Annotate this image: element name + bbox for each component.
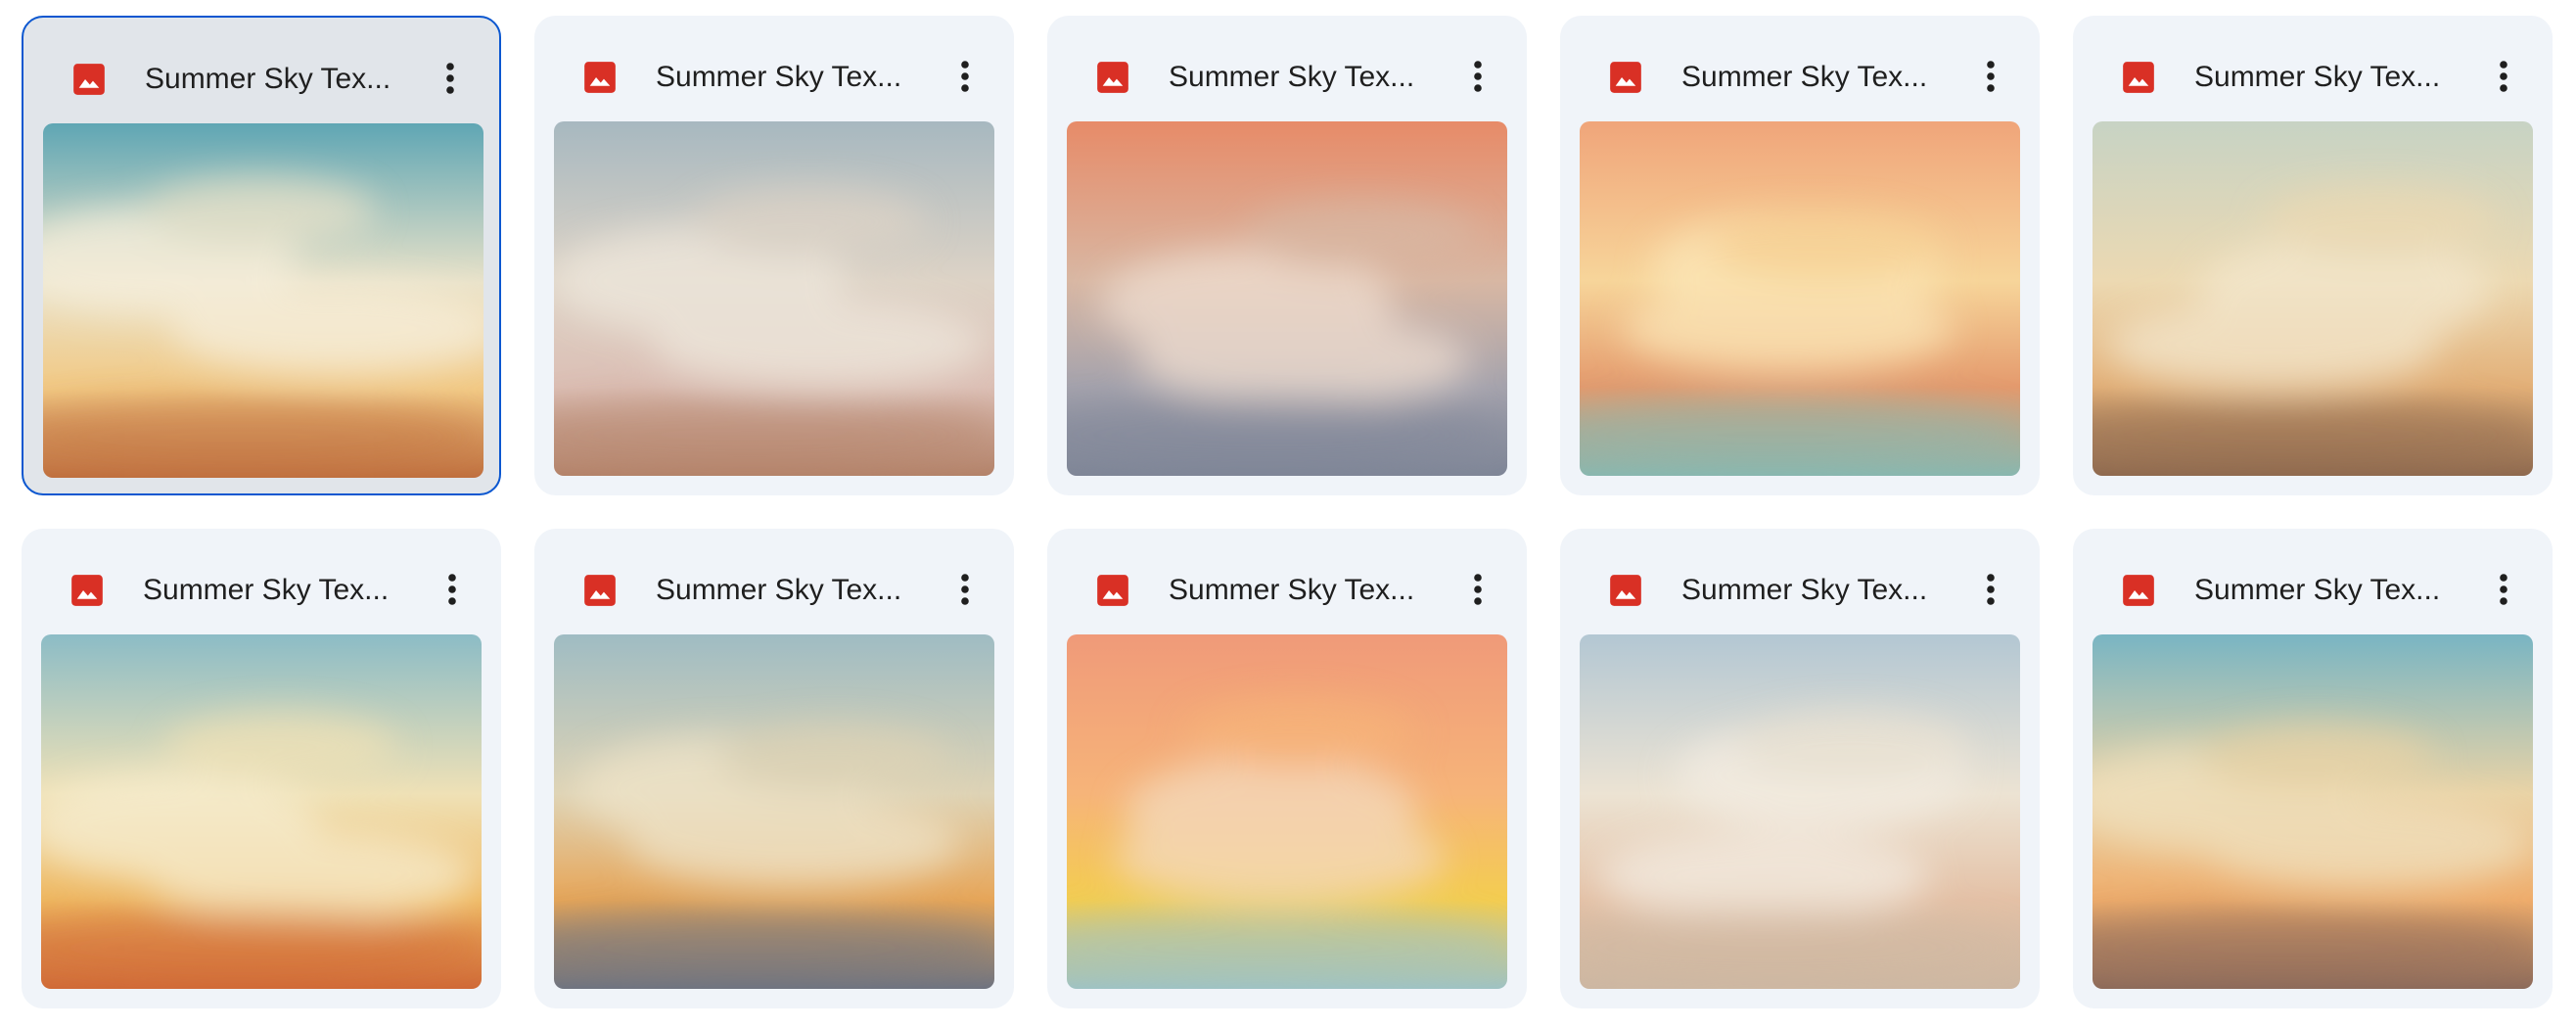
file-card-2[interactable]: Summer Sky Tex...	[534, 16, 1014, 495]
image-file-icon	[584, 62, 616, 93]
sky-texture-image	[554, 634, 994, 989]
file-thumbnail[interactable]	[1580, 634, 2020, 989]
file-thumbnail[interactable]	[2093, 121, 2533, 476]
image-file-icon	[1610, 575, 1641, 606]
file-card-9[interactable]: Summer Sky Tex...	[1560, 529, 2040, 1008]
sky-texture-image	[554, 121, 994, 476]
file-card-3[interactable]: Summer Sky Tex...	[1047, 16, 1527, 495]
sky-texture-image	[1067, 121, 1507, 476]
sky-texture-image	[2093, 634, 2533, 989]
image-file-icon	[71, 575, 103, 606]
file-title: Summer Sky Tex...	[145, 63, 391, 95]
more-vert-icon[interactable]	[2480, 53, 2527, 100]
file-title: Summer Sky Tex...	[2194, 61, 2441, 93]
file-card-header: Summer Sky Tex...	[22, 529, 501, 638]
file-title: Summer Sky Tex...	[1169, 574, 1415, 606]
image-file-icon	[2123, 575, 2154, 606]
file-grid: Summer Sky Tex... Summer Sky Tex... Summ…	[0, 0, 2576, 1030]
file-thumbnail[interactable]	[43, 123, 483, 478]
file-card-6[interactable]: Summer Sky Tex...	[22, 529, 501, 1008]
file-title: Summer Sky Tex...	[656, 574, 902, 606]
file-card-header: Summer Sky Tex...	[2073, 16, 2553, 125]
more-vert-icon[interactable]	[429, 566, 476, 613]
file-thumbnail[interactable]	[2093, 634, 2533, 989]
file-card-4[interactable]: Summer Sky Tex...	[1560, 16, 2040, 495]
file-thumbnail[interactable]	[554, 634, 994, 989]
sky-texture-image	[2093, 121, 2533, 476]
file-card-1[interactable]: Summer Sky Tex...	[22, 16, 501, 495]
file-card-header: Summer Sky Tex...	[534, 16, 1014, 125]
file-card-header: Summer Sky Tex...	[1560, 16, 2040, 125]
sky-texture-image	[43, 123, 483, 478]
file-title: Summer Sky Tex...	[143, 574, 390, 606]
more-vert-icon[interactable]	[1454, 566, 1501, 613]
file-thumbnail[interactable]	[1580, 121, 2020, 476]
sky-texture-image	[41, 634, 482, 989]
more-vert-icon[interactable]	[427, 55, 474, 102]
sky-texture-image	[1580, 121, 2020, 476]
image-file-icon	[2123, 62, 2154, 93]
file-thumbnail[interactable]	[554, 121, 994, 476]
file-card-10[interactable]: Summer Sky Tex...	[2073, 529, 2553, 1008]
more-vert-icon[interactable]	[2480, 566, 2527, 613]
file-card-header: Summer Sky Tex...	[1560, 529, 2040, 638]
file-title: Summer Sky Tex...	[656, 61, 902, 93]
image-file-icon	[1610, 62, 1641, 93]
image-file-icon	[1097, 62, 1128, 93]
more-vert-icon[interactable]	[942, 566, 989, 613]
file-card-8[interactable]: Summer Sky Tex...	[1047, 529, 1527, 1008]
more-vert-icon[interactable]	[1967, 53, 2014, 100]
sky-texture-image	[1580, 634, 2020, 989]
file-card-5[interactable]: Summer Sky Tex...	[2073, 16, 2553, 495]
file-title: Summer Sky Tex...	[2194, 574, 2441, 606]
more-vert-icon[interactable]	[942, 53, 989, 100]
image-file-icon	[73, 64, 105, 95]
file-card-header: Summer Sky Tex...	[2073, 529, 2553, 638]
file-card-header: Summer Sky Tex...	[23, 18, 499, 127]
more-vert-icon[interactable]	[1454, 53, 1501, 100]
file-card-header: Summer Sky Tex...	[1047, 16, 1527, 125]
image-file-icon	[584, 575, 616, 606]
file-card-7[interactable]: Summer Sky Tex...	[534, 529, 1014, 1008]
sky-texture-image	[1067, 634, 1507, 989]
file-title: Summer Sky Tex...	[1681, 574, 1928, 606]
file-thumbnail[interactable]	[1067, 121, 1507, 476]
file-card-header: Summer Sky Tex...	[1047, 529, 1527, 638]
file-card-header: Summer Sky Tex...	[534, 529, 1014, 638]
file-thumbnail[interactable]	[41, 634, 482, 989]
file-title: Summer Sky Tex...	[1169, 61, 1415, 93]
file-thumbnail[interactable]	[1067, 634, 1507, 989]
more-vert-icon[interactable]	[1967, 566, 2014, 613]
file-title: Summer Sky Tex...	[1681, 61, 1928, 93]
image-file-icon	[1097, 575, 1128, 606]
